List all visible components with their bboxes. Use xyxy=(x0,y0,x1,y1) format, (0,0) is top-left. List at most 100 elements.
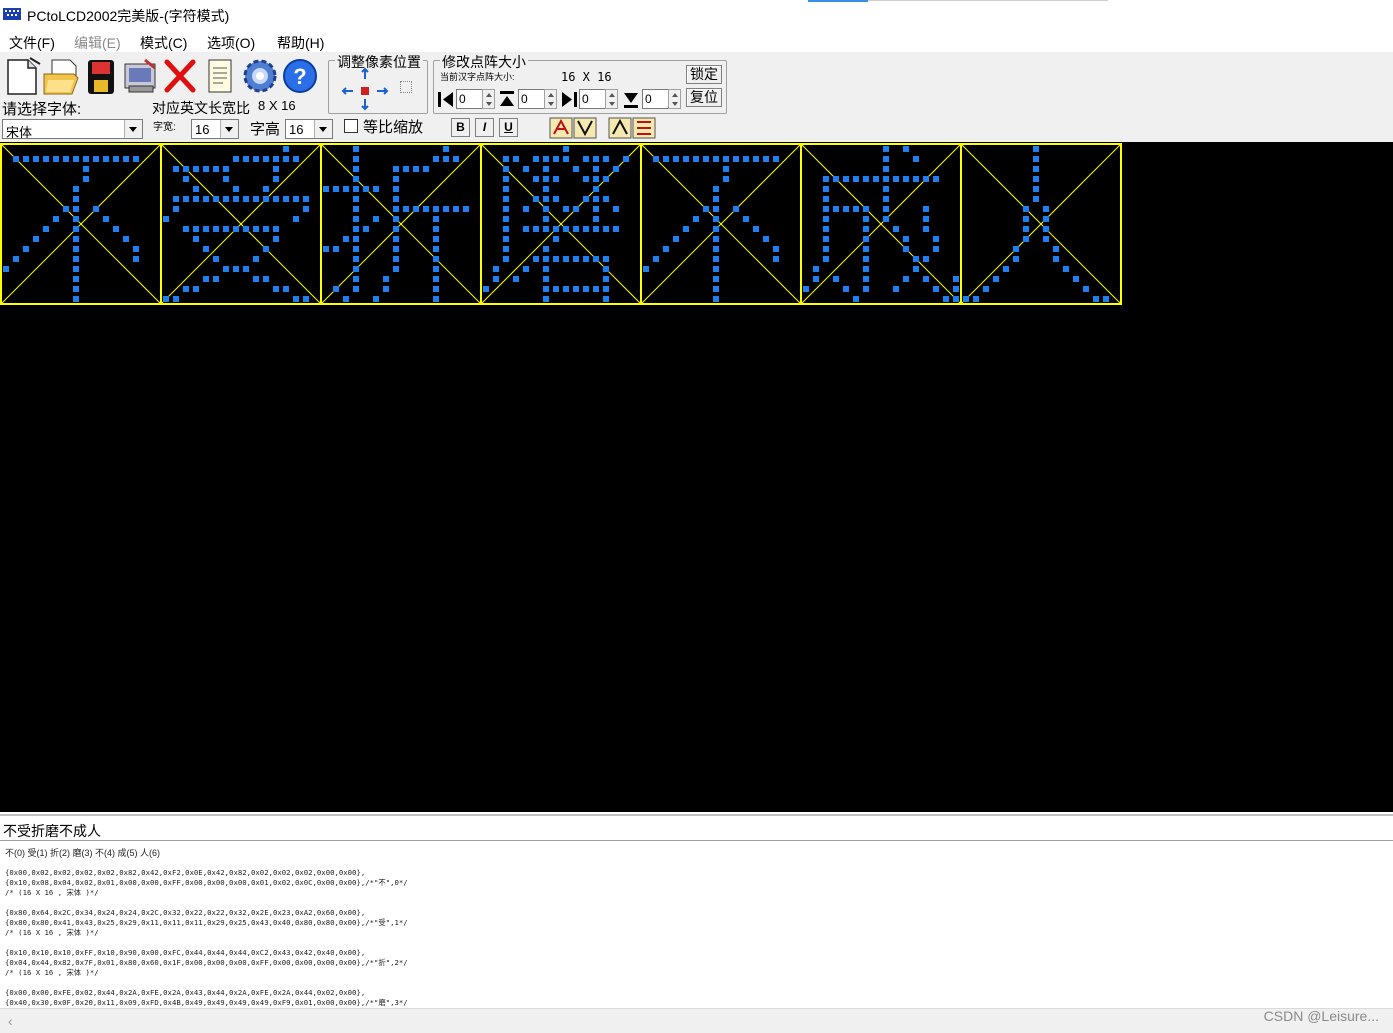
pixel-dot[interactable] xyxy=(683,226,689,232)
menu-file[interactable]: 文件(F) xyxy=(9,33,55,53)
pixel-dot[interactable] xyxy=(233,196,239,202)
pixel-dot[interactable] xyxy=(853,296,859,302)
pixel-dot[interactable] xyxy=(393,166,399,172)
pixel-dot[interactable] xyxy=(223,176,229,182)
pixel-dot[interactable] xyxy=(383,286,389,292)
pixel-dot[interactable] xyxy=(713,256,719,262)
pixel-dot[interactable] xyxy=(273,236,279,242)
pixel-dot[interactable] xyxy=(73,276,79,282)
pixel-dot[interactable] xyxy=(503,256,509,262)
pixel-dot[interactable] xyxy=(503,166,509,172)
pixel-dot[interactable] xyxy=(603,286,609,292)
pixel-dot[interactable] xyxy=(933,286,939,292)
pixel-dot[interactable] xyxy=(823,196,829,202)
pixel-dot[interactable] xyxy=(923,226,929,232)
pixel-dot[interactable] xyxy=(713,216,719,222)
pixel-dot[interactable] xyxy=(353,186,359,192)
pixel-dot[interactable] xyxy=(283,156,289,162)
pixel-dot[interactable] xyxy=(943,296,949,302)
pixel-dot[interactable] xyxy=(393,176,399,182)
pixel-dot[interactable] xyxy=(263,186,269,192)
help-icon[interactable]: ? xyxy=(281,56,319,96)
pixel-dot[interactable] xyxy=(663,246,669,252)
left-spin-button[interactable] xyxy=(482,89,495,109)
pixel-dot[interactable] xyxy=(183,196,189,202)
pixel-dot[interactable] xyxy=(593,166,599,172)
pixel-dot[interactable] xyxy=(293,296,299,302)
pixel-dot[interactable] xyxy=(23,156,29,162)
pixel-dot[interactable] xyxy=(823,176,829,182)
pixel-dot[interactable] xyxy=(333,246,339,252)
pixel-dot[interactable] xyxy=(393,256,399,262)
lock-button[interactable]: 锁定 xyxy=(686,65,722,84)
pixel-dot[interactable] xyxy=(273,286,279,292)
pixel-dot[interactable] xyxy=(533,256,539,262)
chevron-down-icon[interactable] xyxy=(314,120,332,138)
pixel-dot[interactable] xyxy=(433,266,439,272)
pixel-dot[interactable] xyxy=(273,196,279,202)
pixel-dot[interactable] xyxy=(103,156,109,162)
pixel-dot[interactable] xyxy=(573,226,579,232)
pixel-dot[interactable] xyxy=(433,286,439,292)
pixel-dot[interactable] xyxy=(193,236,199,242)
pixel-dot[interactable] xyxy=(553,286,559,292)
pixel-dot[interactable] xyxy=(403,206,409,212)
pixel-dot[interactable] xyxy=(903,176,909,182)
pixel-dot[interactable] xyxy=(433,236,439,242)
pixel-dot[interactable] xyxy=(353,176,359,182)
pixel-dot[interactable] xyxy=(243,156,249,162)
pixel-dot[interactable] xyxy=(853,176,859,182)
pixel-dot[interactable] xyxy=(823,236,829,242)
pixel-dot[interactable] xyxy=(183,176,189,182)
pixel-dot[interactable] xyxy=(93,206,99,212)
pixel-dot[interactable] xyxy=(73,236,79,242)
pixel-dot[interactable] xyxy=(983,286,989,292)
pixel-dot[interactable] xyxy=(713,266,719,272)
pixel-dot[interactable] xyxy=(753,156,759,162)
pixel-dot[interactable] xyxy=(103,216,109,222)
pixel-dot[interactable] xyxy=(1013,256,1019,262)
pixel-dot[interactable] xyxy=(253,226,259,232)
pixel-dot[interactable] xyxy=(713,286,719,292)
pixel-dot[interactable] xyxy=(843,286,849,292)
pixel-dot[interactable] xyxy=(593,256,599,262)
pixel-dot[interactable] xyxy=(133,256,139,262)
pixel-dot[interactable] xyxy=(403,166,409,172)
pixel-dot[interactable] xyxy=(713,236,719,242)
pixel-dot[interactable] xyxy=(843,206,849,212)
pixel-dot[interactable] xyxy=(663,156,669,162)
menu-mode[interactable]: 模式(C) xyxy=(140,33,187,53)
glyph-cell-0[interactable] xyxy=(0,143,162,305)
pixel-dot[interactable] xyxy=(353,226,359,232)
bottom-spin-button[interactable] xyxy=(668,89,681,109)
pixel-dot[interactable] xyxy=(503,216,509,222)
pixel-dot[interactable] xyxy=(373,216,379,222)
pixel-dot[interactable] xyxy=(603,256,609,262)
font-select[interactable]: 宋体 xyxy=(2,119,143,140)
pixel-dot[interactable] xyxy=(373,296,379,302)
pixel-dot[interactable] xyxy=(953,286,959,292)
pixel-dot[interactable] xyxy=(823,206,829,212)
pixel-dot[interactable] xyxy=(63,206,69,212)
expand-left-icon[interactable] xyxy=(437,90,455,109)
pixel-dot[interactable] xyxy=(443,156,449,162)
pixel-dot[interactable] xyxy=(753,226,759,232)
pixel-dot[interactable] xyxy=(713,196,719,202)
pixel-dot[interactable] xyxy=(823,226,829,232)
pixel-dot[interactable] xyxy=(1033,196,1039,202)
pixel-dot[interactable] xyxy=(603,296,609,302)
pixel-dot[interactable] xyxy=(843,176,849,182)
pixel-dot[interactable] xyxy=(113,156,119,162)
char-height-select[interactable]: 16 xyxy=(285,119,333,139)
pixel-dot[interactable] xyxy=(1053,246,1059,252)
pixel-dot[interactable] xyxy=(523,206,529,212)
pixel-dot[interactable] xyxy=(583,256,589,262)
pixel-dot[interactable] xyxy=(713,156,719,162)
pixel-dot[interactable] xyxy=(43,226,49,232)
pixel-dot[interactable] xyxy=(73,186,79,192)
pixel-dot[interactable] xyxy=(293,156,299,162)
pixel-dot[interactable] xyxy=(543,226,549,232)
pixel-dot[interactable] xyxy=(173,206,179,212)
pixel-dot[interactable] xyxy=(433,276,439,282)
pixel-dot[interactable] xyxy=(573,286,579,292)
